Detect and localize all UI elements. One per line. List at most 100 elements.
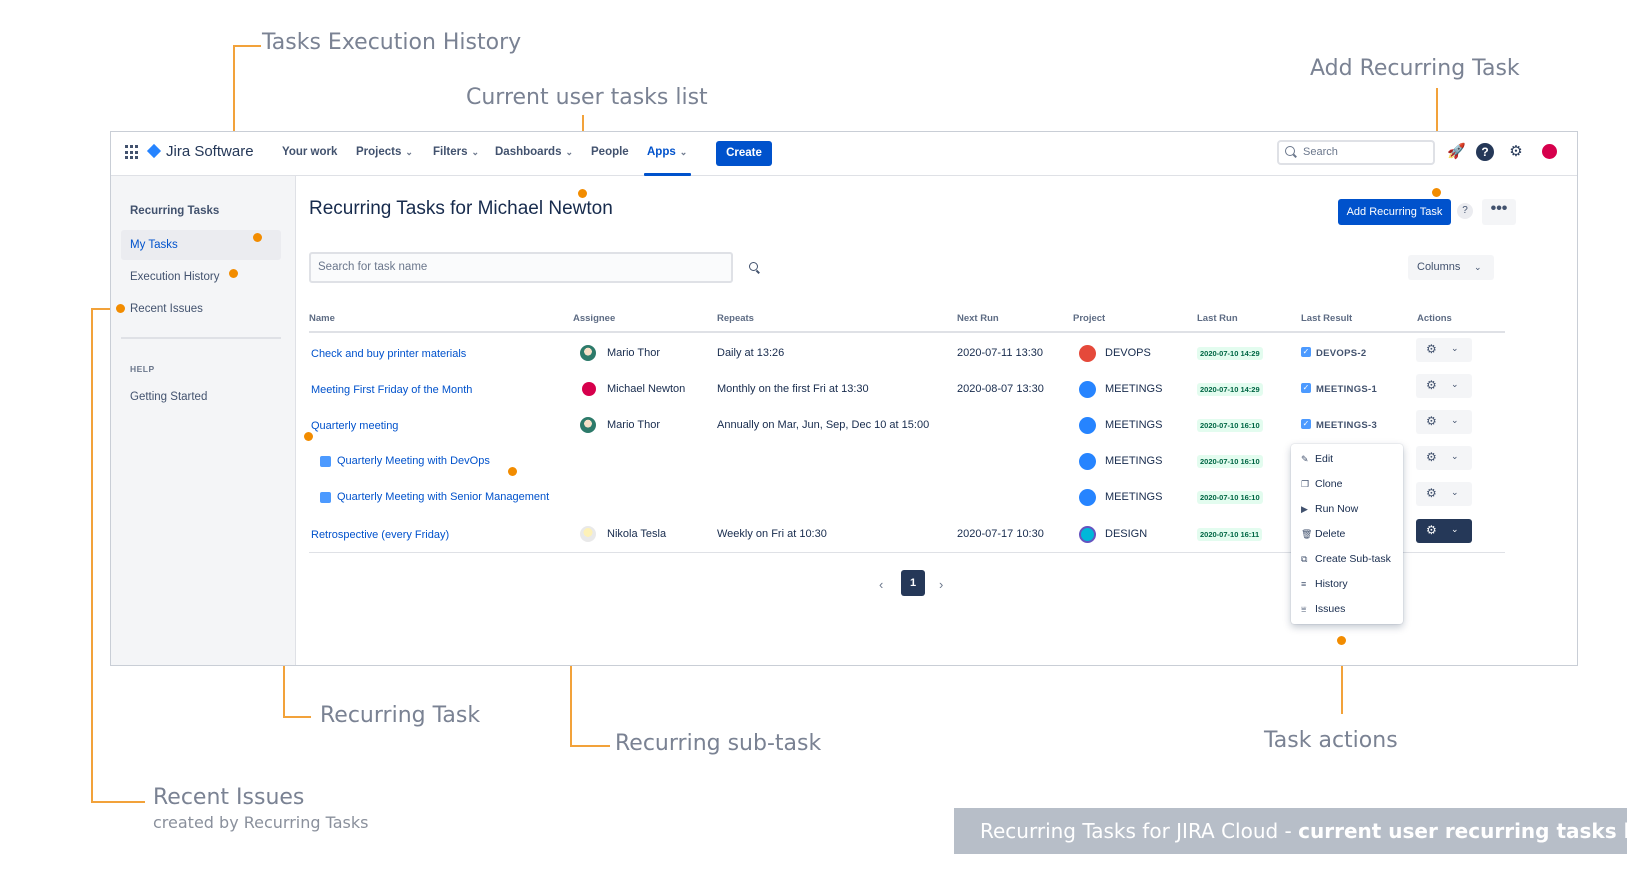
- last-result-issue-link[interactable]: MEETINGS-3: [1316, 420, 1377, 431]
- task-name-link[interactable]: Retrospective (every Friday): [311, 529, 449, 541]
- task-name-link[interactable]: Meeting First Friday of the Month: [311, 384, 472, 396]
- table-row: Check and buy printer materials Mario Th…: [111, 334, 1577, 370]
- callout-dot: [116, 304, 125, 313]
- sidebar-item-execution-history[interactable]: Execution History: [121, 262, 281, 292]
- task-actions-menu: ✎ Edit ❐ Clone ▶ Run Now 🗑 Delete ⧉ Create Su…: [1291, 444, 1403, 624]
- next-run-text: 2020-07-11 13:30: [957, 347, 1044, 359]
- more-actions-button[interactable]: •••: [1482, 199, 1516, 225]
- task-actions-button[interactable]: ⚙ ⌄: [1416, 410, 1472, 434]
- add-recurring-task-button[interactable]: Add Recurring Task: [1338, 199, 1451, 225]
- callout-dot: [1337, 636, 1346, 645]
- column-header-project[interactable]: Project: [1073, 313, 1105, 324]
- table-header-divider: [309, 331, 1505, 333]
- nav-your-work[interactable]: Your work: [282, 146, 337, 158]
- repeats-text: Daily at 13:26: [717, 347, 785, 359]
- last-run-badge: 2020-07-10 16:10: [1197, 455, 1263, 468]
- sidebar-item-recent-issues[interactable]: Recent Issues: [121, 294, 281, 324]
- nav-filters[interactable]: Filters ⌄: [433, 146, 479, 158]
- last-run-badge: 2020-07-10 16:11: [1197, 528, 1263, 541]
- column-header-last-run[interactable]: Last Run: [1197, 313, 1238, 324]
- menu-item-delete[interactable]: 🗑 Delete: [1291, 522, 1403, 547]
- project-name: DEVOPS: [1105, 347, 1151, 359]
- nav-people[interactable]: People: [591, 146, 629, 158]
- gear-icon: ⚙: [1426, 342, 1437, 356]
- callout-dot: [229, 269, 238, 278]
- menu-item-issues[interactable]: ⩸ Issues: [1291, 597, 1403, 622]
- last-result-issue-link[interactable]: MEETINGS-1: [1316, 384, 1377, 395]
- project-devops-icon: [1079, 345, 1096, 362]
- trash-icon: 🗑: [1301, 529, 1313, 539]
- chevron-down-icon: ⌄: [471, 147, 480, 157]
- menu-item-clone[interactable]: ❐ Clone: [1291, 472, 1403, 497]
- repeats-text: Annually on Mar, Jun, Sep, Dec 10 at 15:…: [717, 419, 930, 431]
- menu-label: Create Sub-task: [1315, 553, 1391, 565]
- app-window: Jira Software Your work Projects ⌄ Filter…: [110, 131, 1578, 666]
- nav-projects[interactable]: Projects ⌄: [356, 146, 413, 158]
- menu-label: Delete: [1315, 528, 1346, 540]
- search-icon[interactable]: [749, 262, 761, 274]
- nav-active-indicator: [644, 173, 691, 176]
- menu-item-create-subtask[interactable]: ⧉ Create Sub-task: [1291, 547, 1403, 572]
- chevron-down-icon: ⌄: [1451, 343, 1459, 353]
- pagination-next-chevron-icon[interactable]: ›: [939, 577, 943, 592]
- help-question-button[interactable]: ?: [1457, 203, 1473, 219]
- chevron-down-icon: ⌄: [1451, 451, 1459, 461]
- settings-gear-icon[interactable]: ⚙: [1507, 143, 1525, 161]
- menu-item-edit[interactable]: ✎ Edit: [1291, 447, 1403, 472]
- chevron-down-icon: ⌄: [1451, 379, 1459, 389]
- chevron-down-icon: ⌄: [679, 147, 688, 157]
- assignee-name: Nikola Tesla: [607, 528, 667, 540]
- project-meetings-icon: [1079, 381, 1096, 398]
- menu-item-history[interactable]: ≡ History: [1291, 572, 1403, 597]
- gear-icon: ⚙: [1426, 450, 1437, 464]
- menu-label: Issues: [1315, 603, 1346, 615]
- columns-label: Columns: [1417, 261, 1461, 273]
- logo-text: Jira Software: [166, 143, 254, 160]
- callout-line: [233, 45, 261, 47]
- last-run-badge: 2020-07-10 16:10: [1197, 491, 1263, 504]
- task-actions-button[interactable]: ⚙ ⌄: [1416, 338, 1472, 362]
- column-header-last-result[interactable]: Last Result: [1301, 313, 1352, 324]
- help-icon[interactable]: ?: [1476, 143, 1494, 161]
- task-actions-button-active[interactable]: ⚙ ⌄: [1416, 519, 1472, 543]
- column-header-name[interactable]: Name: [309, 313, 335, 324]
- play-icon: ▶: [1301, 504, 1308, 514]
- task-search-input[interactable]: Search for task name: [309, 252, 733, 283]
- app-switcher-icon[interactable]: [125, 145, 140, 160]
- chevron-down-icon: ⌄: [1451, 415, 1459, 425]
- assignee-avatar: [580, 526, 596, 542]
- task-actions-button[interactable]: ⚙ ⌄: [1416, 446, 1472, 470]
- callout-recurring-subtask: Recurring sub-task: [615, 731, 822, 756]
- nav-dashboards[interactable]: Dashboards ⌄: [495, 146, 573, 158]
- chevron-down-icon: ⌄: [1474, 262, 1482, 272]
- task-name-link[interactable]: Check and buy printer materials: [311, 348, 466, 360]
- subtask-name-link[interactable]: Quarterly Meeting with DevOps: [337, 455, 490, 467]
- user-avatar[interactable]: [1542, 144, 1557, 159]
- task-actions-button[interactable]: ⚙ ⌄: [1416, 482, 1472, 506]
- gear-icon: ⚙: [1426, 523, 1437, 537]
- table-row: Quarterly meeting Mario Thor Annually on…: [111, 406, 1577, 442]
- subtask-icon: [320, 492, 331, 503]
- gear-icon: ⚙: [1426, 414, 1437, 428]
- menu-item-run-now[interactable]: ▶ Run Now: [1291, 497, 1403, 522]
- column-header-next-run[interactable]: Next Run: [957, 313, 999, 324]
- notifications-rocket-icon[interactable]: 🚀: [1447, 143, 1466, 161]
- create-button[interactable]: Create: [716, 141, 772, 166]
- assignee-name: Michael Newton: [607, 383, 686, 395]
- task-name-link[interactable]: Quarterly meeting: [311, 420, 398, 432]
- task-actions-button[interactable]: ⚙ ⌄: [1416, 374, 1472, 398]
- columns-button[interactable]: Columns ⌄: [1408, 255, 1494, 280]
- jira-logo[interactable]: Jira Software: [146, 143, 254, 160]
- repeats-text: Weekly on Fri at 10:30: [717, 528, 827, 540]
- column-header-repeats[interactable]: Repeats: [717, 313, 754, 324]
- pagination-page-current[interactable]: 1: [901, 570, 925, 596]
- pagination-prev-chevron-icon[interactable]: ‹: [879, 577, 883, 592]
- subtask-name-link[interactable]: Quarterly Meeting with Senior Management: [337, 491, 549, 503]
- last-result-issue-link[interactable]: DEVOPS-2: [1316, 348, 1366, 359]
- column-header-assignee[interactable]: Assignee: [573, 313, 615, 324]
- nav-search-input[interactable]: Search: [1277, 140, 1435, 165]
- menu-label: History: [1315, 578, 1348, 590]
- nav-apps[interactable]: Apps ⌄: [647, 146, 687, 158]
- callout-line: [570, 745, 610, 747]
- last-run-badge: 2020-07-10 14:29: [1197, 347, 1263, 360]
